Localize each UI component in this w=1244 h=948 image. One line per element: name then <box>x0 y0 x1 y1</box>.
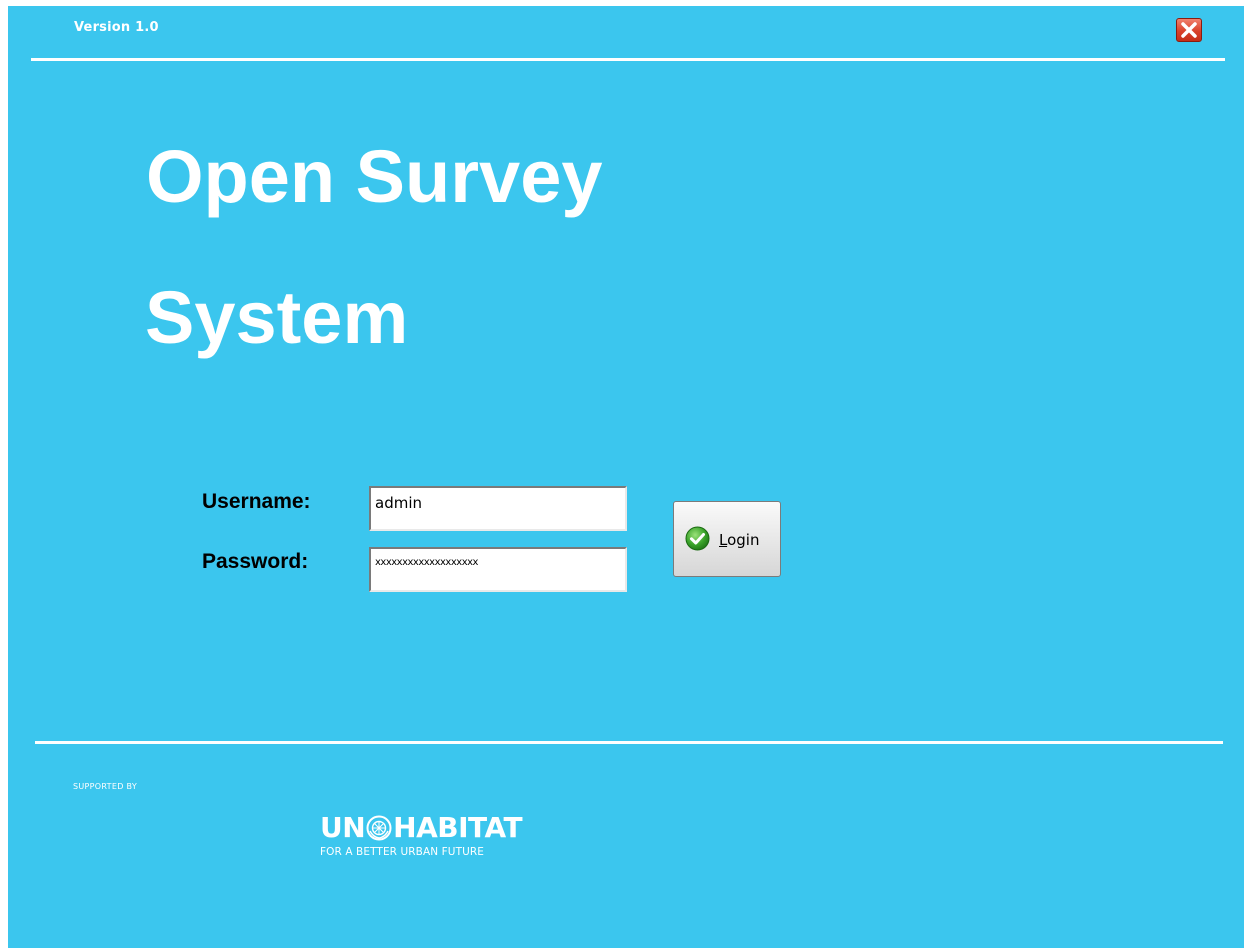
close-icon <box>1181 22 1197 38</box>
un-habitat-logo: UN HABITAT FOR A BETTER URBAN FUTURE <box>320 814 590 870</box>
version-label: Version 1.0 <box>74 20 159 35</box>
logo-tagline: FOR A BETTER URBAN FUTURE <box>320 846 485 858</box>
login-label: Login <box>719 531 760 549</box>
supported-by-label: SUPPORTED BY <box>73 782 138 791</box>
logo-name-habitat: HABITAT <box>393 811 523 844</box>
checkmark-icon <box>685 526 710 551</box>
login-button[interactable]: Login <box>673 501 781 577</box>
app-title-line1: Open Survey <box>146 135 603 218</box>
app-title-line2: System <box>145 276 409 359</box>
top-divider <box>31 58 1225 61</box>
close-button[interactable] <box>1176 18 1202 42</box>
password-label: Password: <box>202 550 309 573</box>
logo-name-un: UN <box>320 811 366 844</box>
username-input[interactable]: admin <box>369 486 627 531</box>
username-label: Username: <box>202 490 311 513</box>
bottom-divider <box>35 741 1223 744</box>
password-input[interactable]: xxxxxxxxxxxxxxxxxxx <box>369 547 627 592</box>
login-window: Version 1.0 Open Survey System Username:… <box>8 6 1244 948</box>
un-emblem-icon <box>366 815 392 841</box>
